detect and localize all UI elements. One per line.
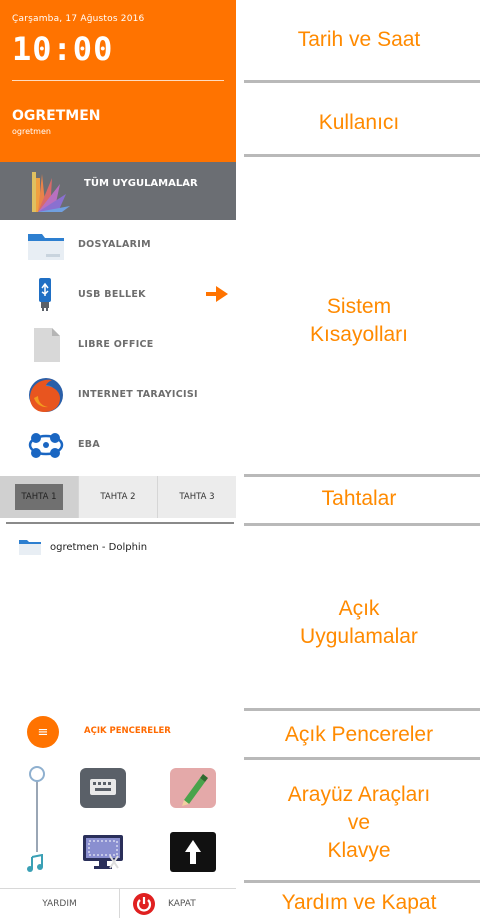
annotation-shortcuts-2: Kısayolları [309,323,409,346]
annotation-open-apps-2: Uygulamalar [300,625,418,648]
shutdown-button[interactable]: KAPAT [120,889,236,918]
upload-button[interactable] [170,832,216,872]
annotation-boards: Tahtalar [321,487,397,510]
annotation-tools-1: Arayüz Araçları [287,783,431,806]
tab-label: TAHTA 1 [15,484,63,510]
pencil-icon [182,774,208,806]
tab-tahta-2[interactable]: TAHTA 2 [79,476,158,518]
annotation-user: Kullanıcı [318,111,400,134]
annotation-separator [244,80,480,83]
panel-footer: YARDIM KAPAT [0,888,236,918]
screen-button[interactable] [80,832,126,872]
annotation-tools-3: Klavye [327,839,391,862]
annotation-separator [244,474,480,477]
tab-tahta-3[interactable]: TAHTA 3 [158,476,236,518]
side-panel: Çarşamba, 17 Ağustos 2016 10:00 OGRETMEN… [0,0,236,918]
header-divider [12,80,224,81]
shortcut-eba[interactable]: EBA [0,420,236,470]
shortcut-label: INTERNET TARAYICISI [78,389,198,400]
clock-time: 10:00 [12,30,114,68]
shortcut-label: LIBRE OFFICE [78,339,154,350]
open-app-label: ogretmen - Dolphin [50,542,148,553]
open-windows-label: AÇIK PENCERELER [84,726,171,736]
shortcut-label: EBA [78,439,100,450]
music-icon [27,854,43,872]
folder-icon [28,234,64,260]
shortcut-label: USB BELLEK [78,289,146,300]
all-apps-button[interactable]: TÜM UYGULAMALAR [0,162,236,220]
tab-label: TAHTA 3 [179,492,215,502]
pointer-arrow-icon [206,286,228,302]
volume-slider-handle[interactable] [29,766,45,782]
volume-slider-track[interactable] [36,776,38,852]
board-tabs: TAHTA 1 TAHTA 2 TAHTA 3 [0,476,236,518]
eba-icon [28,433,64,458]
shortcut-usb-bellek[interactable]: USB BELLEK [0,270,236,320]
annotation-shortcuts-1: Sistem [326,295,392,318]
panel-header: Çarşamba, 17 Ağustos 2016 10:00 OGRETMEN… [0,0,236,162]
shortcut-dosyalarim[interactable]: DOSYALARIM [0,220,236,270]
screen-icon [83,835,123,869]
open-app-item[interactable]: ogretmen - Dolphin [18,536,228,560]
annotation-open-windows: Açık Pencereler [284,723,434,746]
draw-button[interactable] [170,768,216,808]
annotation-separator [244,523,480,526]
tab-label: TAHTA 2 [100,492,136,502]
upload-arrow-icon [185,840,201,864]
document-icon [34,328,60,362]
shortcut-libre-office[interactable]: LIBRE OFFICE [0,320,236,370]
shutdown-label: KAPAT [168,899,196,909]
tabs-divider [6,522,234,524]
tab-tahta-1[interactable]: TAHTA 1 [0,476,79,518]
annotation-separator [244,880,480,883]
power-icon [133,893,155,915]
shortcut-internet-tarayicisi[interactable]: INTERNET TARAYICISI [0,370,236,420]
open-windows-button[interactable]: ≡ AÇIK PENCERELER [0,712,236,752]
shortcut-label: DOSYALARIM [78,239,151,250]
keyboard-button[interactable] [80,768,126,808]
firefox-icon [29,378,63,412]
help-button[interactable]: YARDIM [0,889,120,918]
menu-icon: ≡ [27,716,59,748]
annotation-tools-2: ve [347,811,371,834]
folder-icon [19,540,41,555]
usb-icon [39,278,51,311]
annotation-separator [244,757,480,760]
date-text: Çarşamba, 17 Ağustos 2016 [12,14,145,24]
user-name[interactable]: OGRETMEN [12,108,101,124]
apps-fan-icon [32,172,70,212]
annotation-separator [244,154,480,157]
annotation-separator [244,708,480,711]
all-apps-label: TÜM UYGULAMALAR [84,178,198,189]
annotation-help-shutdown: Yardım ve Kapat [281,891,437,914]
keyboard-icon [90,779,116,795]
user-login: ogretmen [12,127,51,136]
annotation-open-apps-1: Açık [338,597,380,620]
annotation-date-time: Tarih ve Saat [297,28,421,51]
